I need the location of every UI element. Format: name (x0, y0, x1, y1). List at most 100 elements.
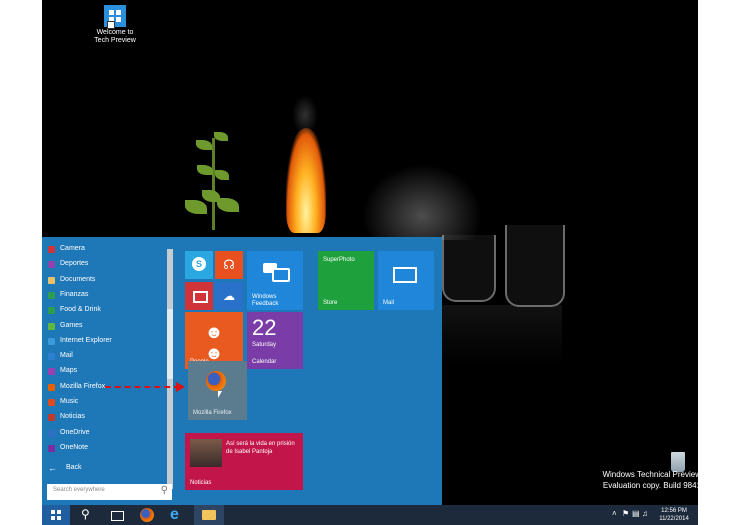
task-view-button[interactable] (102, 505, 132, 525)
clock-date: 11/22/2014 (659, 516, 689, 522)
app-list-item[interactable]: OneNote (44, 441, 164, 455)
tile-label: Store (323, 300, 338, 306)
app-label: Documents (60, 275, 96, 283)
evaluation-watermark: Windows Technical Preview Evaluation cop… (601, 469, 698, 491)
app-label: Games (60, 321, 83, 329)
app-label: OneNote (60, 443, 89, 451)
desktop: Welcome to Tech Preview Windows Technica… (42, 0, 698, 525)
app-icon (48, 353, 55, 361)
app-list-item[interactable]: Music (44, 395, 164, 409)
app-icon (48, 307, 55, 315)
cloud-icon: ☁ (223, 289, 235, 303)
app-icon (48, 383, 55, 391)
app-list-item[interactable]: Documents (44, 273, 164, 287)
desktop-icon-label-1: Welcome to (96, 29, 134, 36)
desktop-icon-label-2: Tech Preview (94, 37, 136, 44)
tile-onedrive[interactable]: ☁ (215, 282, 243, 310)
app-list-item[interactable]: Deportes (44, 257, 164, 271)
news-thumbnail (190, 439, 222, 467)
taskbar: ⚲ e ˄ ⚑ ▤ ♫ 12:56 PM 11/22/2014 (42, 505, 698, 525)
tile-calendar[interactable]: 22 Saturday Calendar (247, 312, 303, 369)
tile-superphoto[interactable]: SuperPhoto Store (318, 251, 374, 310)
app-icon (48, 429, 55, 437)
tile-label: Noticias (190, 480, 212, 486)
watermark-line-2: Evaluation copy. Build 9841 (602, 481, 698, 490)
app-list-item[interactable]: Internet Explorer (44, 334, 164, 348)
back-arrow-icon: ← (48, 463, 57, 473)
tile-mozilla-firefox-dragging[interactable]: Mozilla Firefox (188, 361, 247, 420)
app-list: Camera Deportes Documents Finanzas Food & Dr… (42, 237, 165, 505)
search-taskbar-button[interactable]: ⚲ (72, 505, 102, 525)
app-list-item[interactable]: Finanzas (44, 288, 164, 302)
calendar-day: 22 (252, 315, 277, 340)
network-icon: ▤ (632, 509, 640, 518)
app-label: Mail (60, 352, 73, 360)
app-icon (48, 368, 55, 376)
app-icon (48, 322, 55, 330)
clock[interactable]: 12:56 PM 11/22/2014 (652, 507, 696, 523)
windows-logo-icon (104, 5, 126, 29)
system-tray[interactable]: ˄ ⚑ ▤ ♫ (612, 509, 652, 521)
tile-music[interactable]: ☊ (215, 251, 243, 279)
app-icon (48, 337, 55, 345)
firefox-icon (140, 508, 154, 522)
app-label: Camera (60, 245, 85, 252)
app-label: Internet Explorer (60, 336, 112, 344)
file-explorer-taskbar-button[interactable] (194, 505, 224, 525)
app-list-scrollbar[interactable] (167, 249, 173, 489)
feedback-icon (263, 261, 290, 282)
app-icon (48, 444, 55, 452)
app-label: Finanzas (60, 290, 89, 298)
back-label: Back (66, 464, 82, 471)
skype-icon: S (192, 257, 206, 271)
app-list-item[interactable]: Maps (44, 364, 164, 378)
welcome-tech-preview-icon[interactable]: Welcome to Tech Preview (83, 5, 147, 45)
chevron-up-icon: ˄ (612, 509, 617, 518)
news-headline-1: Así será la vida en prisión (226, 441, 295, 447)
app-icon (48, 276, 55, 284)
people-icon: ☻☻ (204, 322, 224, 363)
watermark-line-1: Windows Technical Preview (602, 470, 698, 479)
app-label: Mozilla Firefox (60, 382, 106, 390)
app-list-item[interactable]: Camera (44, 242, 164, 256)
tile-video[interactable] (185, 282, 213, 310)
search-icon: ⚲ (81, 507, 90, 521)
windows-logo-icon (51, 510, 61, 520)
headphones-icon: ☊ (223, 257, 235, 272)
mouse-cursor-icon (218, 391, 222, 398)
tile-label: Windows Feedback (252, 294, 279, 307)
app-icon (48, 246, 55, 253)
app-icon (48, 414, 55, 422)
start-menu: Camera Deportes Documents Finanzas Food & Dr… (42, 237, 442, 505)
app-list-item[interactable]: OneDrive (44, 426, 164, 440)
tile-skype[interactable]: S (185, 251, 213, 279)
search-box[interactable]: Search everywhere ⚲ (47, 484, 172, 500)
app-label: Deportes (60, 260, 89, 268)
tile-mail[interactable]: Mail (378, 251, 434, 310)
search-icon: ⚲ (160, 485, 168, 496)
superphoto-title: SuperPhoto (323, 257, 355, 263)
tile-label: Mozilla Firefox (193, 410, 232, 416)
app-list-item[interactable]: Food & Drink (44, 303, 164, 317)
tile-windows-feedback[interactable]: Windows Feedback (247, 251, 303, 310)
tile-label: Mail (383, 300, 395, 306)
news-headline-2: de Isabel Pantoja (226, 449, 273, 455)
start-button[interactable] (42, 505, 70, 525)
video-icon (193, 291, 208, 303)
internet-explorer-taskbar-button[interactable]: e (162, 505, 192, 525)
app-label: Music (60, 398, 79, 405)
drag-arrow-line (105, 386, 180, 388)
tile-news[interactable]: Así será la vida en prisión de Isabel Pa… (185, 433, 303, 490)
internet-explorer-icon: e (170, 506, 179, 523)
app-list-item[interactable]: Mail (44, 349, 164, 363)
volume-icon: ♫ (642, 509, 648, 518)
firefox-taskbar-button[interactable] (132, 505, 162, 525)
app-list-item[interactable]: Noticias (44, 410, 164, 424)
scroll-thumb[interactable] (167, 309, 173, 379)
search-placeholder: Search everywhere (53, 487, 105, 493)
envelope-icon (393, 267, 417, 283)
app-label: Noticias (60, 413, 85, 421)
task-view-icon (111, 511, 124, 521)
app-icon (48, 291, 55, 299)
app-list-item[interactable]: Games (44, 319, 164, 333)
